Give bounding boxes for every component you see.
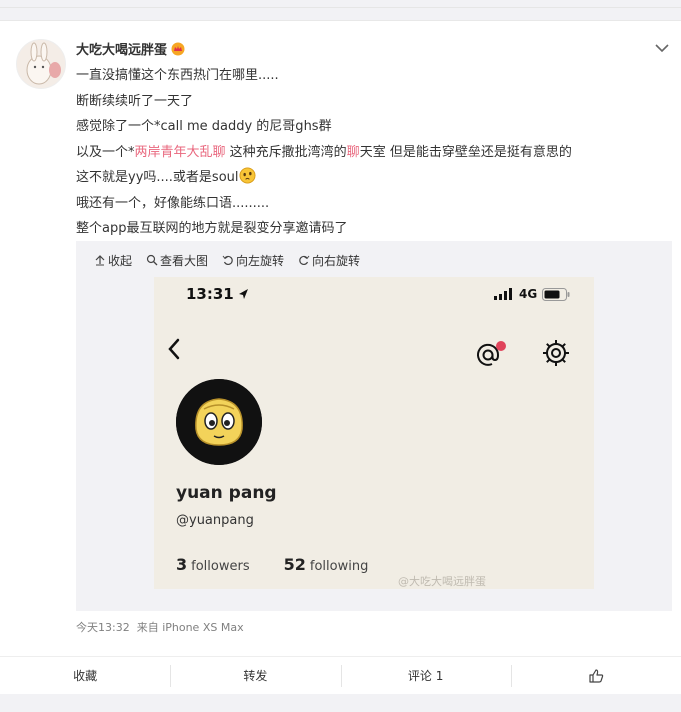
text: 以及一个* [76,144,135,160]
rotate-right-button[interactable]: 向右旋转 [298,251,360,269]
like-button[interactable] [510,657,681,694]
profile-stats: 3 followers 52 following [176,555,368,574]
username[interactable]: 大吃大喝远胖蛋 [76,39,185,58]
watermark: @大吃大喝远胖蛋 [398,575,486,588]
post-line: 断断续续听了一天了 [76,93,194,109]
post-line: 整个app最互联网的地方就是裂变分享邀请码了 [76,221,348,236]
post-image[interactable]: 13:31 4G yuan pang @yuanpang 3 followers… [154,277,594,589]
collapse-icon [95,255,105,266]
repost-button[interactable]: 转发 [170,657,340,694]
post-source: 来自 iPhone XS Max [136,621,244,634]
comment-button[interactable]: 评论 1 [340,657,511,694]
post-meta: 今天13:32 来自 iPhone XS Max [76,619,244,635]
post-line: 以及一个*两岸青年大乱聊 这种充斥撒批湾湾的聊天室 但是能击穿壁垒还是挺有意思的 [76,140,666,166]
media-toolbar: 收起 查看大图 向左旋转 向右旋转 [94,251,360,269]
following-count: 52 [283,555,306,574]
media-viewer: 收起 查看大图 向左旋转 向右旋转 13:31 4G yuan pang @yu… [76,241,672,611]
time-text: 13:31 [186,285,234,303]
text: 天室 但是能击穿壁垒还是挺有意思的 [359,144,572,160]
post-card: 大吃大喝远胖蛋 一直没搞懂这个东西热门在哪里..... 断断续续听了一天了 感觉… [0,20,681,656]
mention-icon[interactable] [476,339,506,369]
status-bar: 4G [494,287,570,301]
view-large-button[interactable]: 查看大图 [146,251,208,269]
gear-icon[interactable] [542,339,570,367]
profile-avatar[interactable] [176,379,262,465]
signal-icon [494,288,512,300]
rotate-right-label: 向右旋转 [312,253,361,268]
back-icon[interactable] [166,337,182,361]
profile-name: yuan pang [176,483,277,503]
followers-count: 3 [176,555,188,574]
post-text: 一直没搞懂这个东西热门在哪里..... 断断续续听了一天了 感觉除了一个*cal… [76,63,666,242]
rotate-left-label: 向左旋转 [236,253,285,268]
followers-label: followers [191,559,250,574]
network-text: 4G [519,287,538,301]
username-text[interactable]: 大吃大喝远胖蛋 [76,39,167,58]
post-line: 这不就是yy吗....或者是soul [76,165,666,191]
status-time: 13:31 [186,285,249,303]
topic-link[interactable]: 两岸青年大乱聊 [135,145,226,160]
following-label: following [309,559,369,574]
view-large-label: 查看大图 [160,253,209,268]
collapse-label: 收起 [108,253,133,268]
top-separator [0,0,681,20]
post-line: 一直没搞懂这个东西热门在哪里..... [76,68,279,83]
crown-icon [171,42,185,55]
rotate-left-icon [222,255,233,266]
rotate-right-icon [299,255,310,266]
favorite-label: 收藏 [73,669,98,683]
repost-label: 转发 [243,669,268,683]
emoji-icon [238,167,256,184]
profile-handle: @yuanpang [176,513,254,528]
timestamp[interactable]: 今天13:32 [76,621,130,634]
highlight-text[interactable]: 聊 [347,145,360,160]
avatar[interactable] [16,39,66,89]
followers-stat[interactable]: 3 followers [176,555,250,574]
magnifier-icon [146,254,158,266]
like-icon [589,668,604,683]
rotate-left-button[interactable]: 向左旋转 [222,251,284,269]
chevron-down-icon[interactable] [653,41,671,55]
text: 这种充斥撒批湾湾的 [225,144,347,160]
post-line: 感觉除了一个*call me daddy 的尼哥ghs群 [76,119,332,134]
bottom-separator [0,694,681,712]
favorite-button[interactable]: 收藏 [0,657,170,694]
action-bar: 收藏 转发 评论 1 [0,656,681,694]
following-stat[interactable]: 52 following [284,555,369,574]
comment-label: 评论 1 [407,669,444,683]
battery-icon [542,287,570,301]
text: 这不就是yy吗....或者是soul [76,170,239,185]
collapse-button[interactable]: 收起 [94,251,132,269]
location-arrow-icon [238,289,248,299]
post-line: 哦还有一个，好像能练口语......... [76,195,270,211]
